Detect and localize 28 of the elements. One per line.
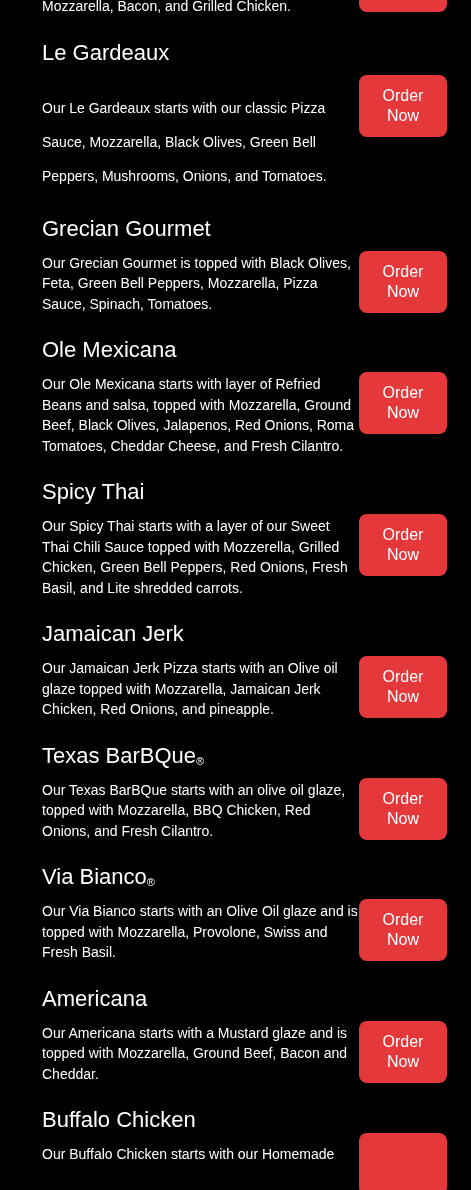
order-button[interactable]: Order Now [359, 656, 447, 718]
pizza-description: Our Spicy Thai starts with a layer of our Sweet Thai Chili Sauce topped with Mozzerella, Grilled Chicken, Green Bell Peppers, Red Onions, Fresh Basil, and Lite shredded carrots. [42, 517, 349, 598]
order-button[interactable] [359, 0, 447, 12]
pizza-title: Jamaican Jerk [42, 620, 185, 648]
order-button[interactable]: Order Now [359, 1020, 447, 1083]
pizza-title: Le Gardeaux [42, 38, 171, 67]
pizza-title: Ole Mexicana [42, 336, 178, 364]
pizza-title: Texas BarBQue$_{®}$ [42, 741, 206, 770]
order-button[interactable]: Order Now [359, 250, 447, 313]
order-button[interactable]: Order Now [359, 899, 447, 961]
pizza-description: Our Le Gardeaux starts with our classic Pizza Sauce, Mozzarella, Black Olives, Green Bell Peppers, Mushrooms, Onions, and Tomatoes. [42, 98, 328, 186]
pizza-title: Buffalo Chicken [42, 1106, 197, 1134]
pizza-description: Mozzarella, Bacon, and Grilled Chicken. [42, 0, 292, 16]
pizza-title: Americana [42, 984, 149, 1013]
pizza-description: Our Jamaican Jerk Pizza starts with an Olive oil glaze topped with Mozzarella, Jamaican Jerk Chicken, Red Onions, and pineapple. [42, 659, 339, 719]
pizza-description: Our Buffalo Chicken starts with our Homemade [42, 1145, 336, 1164]
order-button[interactable]: Order Now [359, 514, 447, 576]
pizza-title: Via Bianco$_{®}$ [42, 863, 156, 891]
pizza-title: Grecian Gourmet [42, 214, 212, 243]
pizza-description: Our Grecian Gourmet is topped with Black Olives, Feta, Green Bell Peppers, Mozzarella, Pizza Sauce, Spinach, Tomatoes. [42, 253, 352, 314]
order-button[interactable]: Order Now [359, 74, 447, 137]
order-button[interactable]: Order Now [359, 777, 447, 840]
pizza-title: Spicy Thai [42, 478, 146, 506]
pizza-description: Our Americana starts with a Mustard glaze and is topped with Mozzarella, Ground Beef, Bacon and Cheddar. [42, 1023, 349, 1084]
pizza-description: Our Ole Mexicana starts with layer of Refried Beans and salsa, topped with Mozzarella, Ground Beef, Black Olives, Jalapenos, Red Onions, Roma Tomatoes, Cheddar Cheese, and Fresh Cilantro. [42, 375, 356, 456]
pizza-description: Our Texas BarBQue starts with an olive oil glaze, topped with Mozzarella, BBQ Chicken, Red Onions, and Fresh Cilantro. [42, 780, 347, 841]
pizza-description: Our Via Bianco starts with an Olive Oil glaze and is topped with Mozzarella, Provolone, Swiss and Fresh Basil. [42, 902, 359, 962]
order-button[interactable]: Order Now [359, 372, 447, 434]
